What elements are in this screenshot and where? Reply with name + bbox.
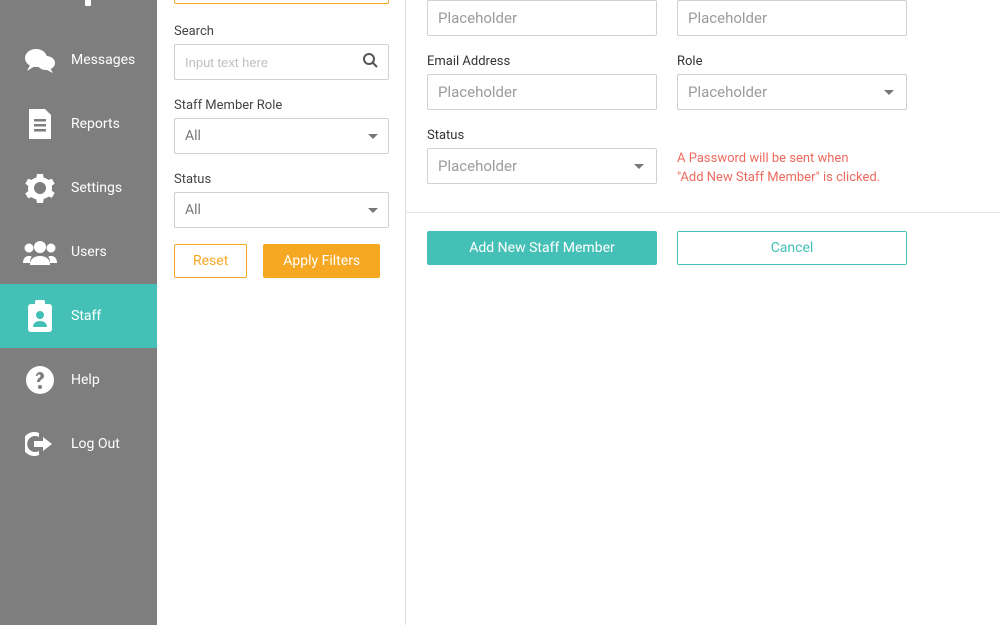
add-staff-button[interactable]: Add New Staff Member xyxy=(427,231,657,265)
filter-panel: Search Staff Member Role All Status All … xyxy=(158,0,406,625)
search-label: Search xyxy=(174,24,389,39)
role-select[interactable]: All xyxy=(174,118,389,154)
staff-icon xyxy=(23,300,57,332)
role-label: Staff Member Role xyxy=(174,98,389,113)
firstname-input[interactable]: Placeholder xyxy=(427,0,657,36)
sidebar-item-label: Settings xyxy=(71,180,122,196)
status-select-form[interactable]: Placeholder xyxy=(427,148,657,184)
chevron-down-icon xyxy=(634,164,644,169)
role-select-form[interactable]: Placeholder xyxy=(677,74,907,110)
status-label: Status xyxy=(174,172,389,187)
chevron-down-icon xyxy=(884,90,894,95)
sidebar-item-help[interactable]: Help xyxy=(0,348,157,412)
sidebar: Messages Reports Settings Users Staff He… xyxy=(0,0,157,625)
select-placeholder: Placeholder xyxy=(438,157,517,175)
sidebar-item-label: Help xyxy=(71,372,100,388)
messages-icon xyxy=(23,44,57,76)
sidebar-item-label: Users xyxy=(71,244,107,260)
role-select-value: All xyxy=(185,128,368,144)
cancel-button[interactable]: Cancel xyxy=(677,231,907,265)
logout-icon xyxy=(23,428,57,460)
sidebar-item-label: Messages xyxy=(71,52,135,68)
sidebar-item-users[interactable]: Users xyxy=(0,220,157,284)
status-label-form: Status xyxy=(427,128,657,143)
gear-icon xyxy=(23,172,57,204)
status-select[interactable]: All xyxy=(174,192,389,228)
email-input[interactable]: Placeholder xyxy=(427,74,657,110)
chevron-down-icon xyxy=(368,134,378,139)
input-placeholder: Placeholder xyxy=(438,9,517,27)
previous-field-bottom-edge xyxy=(174,0,389,4)
search-input-field[interactable] xyxy=(185,55,378,70)
reset-button[interactable]: Reset xyxy=(174,244,247,278)
input-placeholder: Placeholder xyxy=(688,9,767,27)
sidebar-item-reports[interactable]: Reports xyxy=(0,92,157,156)
sidebar-item-partial xyxy=(0,0,157,20)
password-note-line1: A Password will be sent when xyxy=(677,151,849,166)
sidebar-item-settings[interactable]: Settings xyxy=(0,156,157,220)
help-icon xyxy=(23,364,57,396)
email-label: Email Address xyxy=(427,54,657,69)
search-input[interactable] xyxy=(174,44,389,80)
sidebar-item-label: Reports xyxy=(71,116,120,132)
lastname-input[interactable]: Placeholder xyxy=(677,0,907,36)
users-icon xyxy=(23,236,57,268)
select-placeholder: Placeholder xyxy=(688,83,767,101)
reports-icon xyxy=(23,108,57,140)
sidebar-item-staff[interactable]: Staff xyxy=(0,284,157,348)
search-icon xyxy=(362,52,378,72)
role-label-form: Role xyxy=(677,54,907,69)
apply-filters-button[interactable]: Apply Filters xyxy=(263,244,380,278)
sidebar-item-messages[interactable]: Messages xyxy=(0,28,157,92)
status-select-value: All xyxy=(185,202,368,218)
chevron-down-icon xyxy=(368,208,378,213)
staff-form: Placeholder Placeholder Email Address Pl… xyxy=(406,0,1000,625)
sidebar-item-label: Log Out xyxy=(71,436,120,452)
input-placeholder: Placeholder xyxy=(438,83,517,101)
sidebar-item-logout[interactable]: Log Out xyxy=(0,412,157,476)
password-note-line2: "Add New Staff Member" is clicked. xyxy=(677,170,880,185)
sidebar-item-label: Staff xyxy=(71,308,101,324)
password-note: A Password will be sent when "Add New St… xyxy=(677,148,907,188)
